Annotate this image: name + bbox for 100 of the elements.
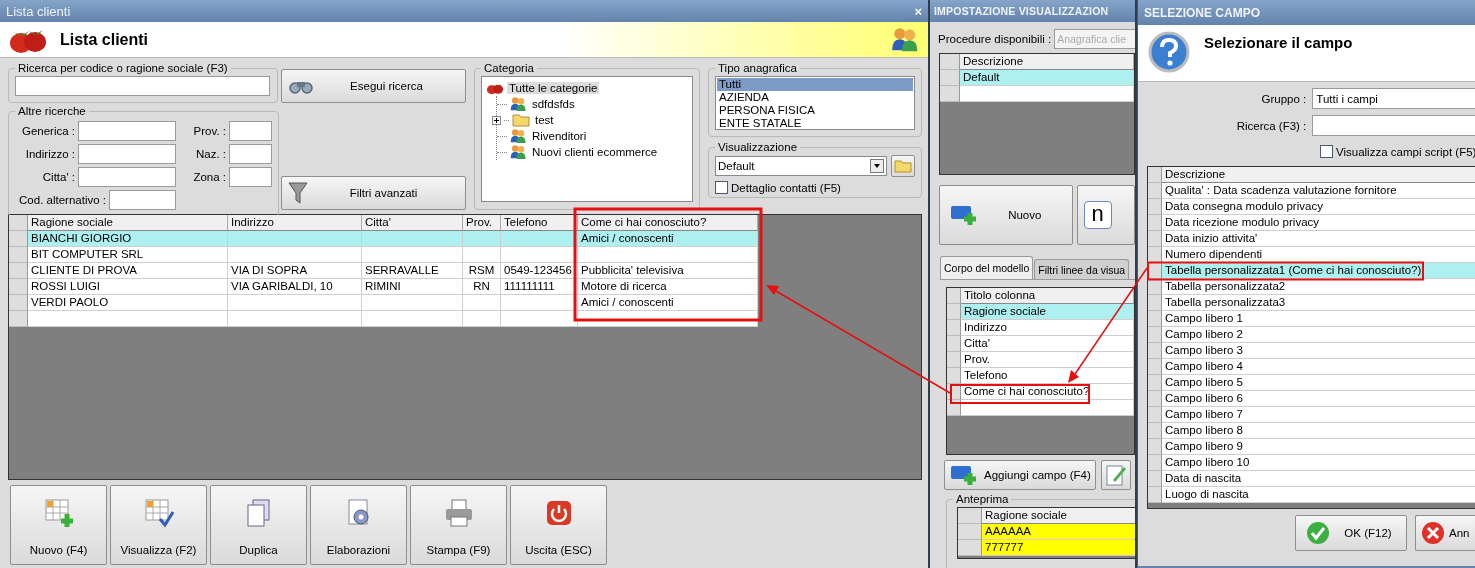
grid-check-icon	[143, 498, 174, 528]
input-field[interactable]: Tutti i campi	[1312, 88, 1475, 109]
column-header: Citta'	[362, 215, 463, 231]
toolbar-button[interactable]: Stampa (F9)	[410, 485, 507, 565]
table-row[interactable]: CLIENTE DI PROVA VIA DI SOPRA SERRAVALLE RSM 0549-123456 Pubblicita' televisiva	[9, 263, 758, 279]
input-field[interactable]	[109, 190, 176, 210]
table-row[interactable]: BIANCHI GIORGIO Amici / conoscenti	[9, 231, 758, 247]
group-label: Tipo anagrafica	[717, 62, 798, 74]
field-label: Ricerca (F3) :	[1235, 119, 1307, 132]
funnel-icon	[288, 181, 308, 205]
row-header	[1148, 439, 1162, 455]
toolbar-button[interactable]: Elaborazioni	[310, 485, 407, 565]
group-label: Anteprima	[955, 493, 1010, 505]
row-header	[1148, 423, 1162, 439]
list-item[interactable]: Tutti	[717, 78, 913, 91]
checkbox-label: Dettaglio contatti (F5)	[731, 181, 841, 194]
column-header: Indirizzo	[228, 215, 362, 231]
table-row[interactable]: BIT COMPUTER SRL	[9, 247, 758, 263]
folder-button[interactable]	[891, 155, 915, 177]
tree-item[interactable]: test	[533, 114, 556, 126]
edit-button[interactable]	[1101, 460, 1131, 490]
tree-item[interactable]: Rivenditori	[529, 130, 589, 142]
row-header	[1148, 167, 1162, 183]
field-label: Zona :	[192, 171, 226, 183]
window-heading: Lista clienti	[60, 30, 149, 49]
strawberry-icon	[486, 81, 504, 95]
row-header	[1148, 359, 1162, 375]
add-field-button[interactable]: Aggiungi campo (F4)	[944, 460, 1096, 490]
input-field[interactable]	[229, 121, 272, 141]
checkbox[interactable]	[1320, 145, 1333, 158]
tree-item[interactable]: Tutte le categorie	[507, 82, 600, 94]
input-field[interactable]	[78, 167, 176, 187]
view-dropdown[interactable]: Default	[715, 156, 887, 176]
input-field[interactable]	[229, 167, 272, 187]
list-item[interactable]: AZIENDA	[717, 91, 913, 104]
expand-toggle[interactable]	[492, 115, 501, 125]
printer-icon	[443, 498, 474, 528]
group-label: Ricerca per codice o ragione sociale (F3)	[17, 62, 229, 74]
row-header	[958, 508, 982, 524]
list-item[interactable]: ENTE STATALE	[717, 117, 913, 130]
tree-item[interactable]: Nuovi clienti ecommerce	[529, 146, 660, 158]
toolbar-button[interactable]: Uscita (ESC)	[510, 485, 607, 565]
input-field[interactable]	[78, 121, 176, 141]
column-header: Ragione sociale	[982, 508, 1135, 524]
people-icon	[510, 96, 527, 112]
field-label: Gruppo :	[1260, 92, 1307, 105]
search-field[interactable]	[1312, 115, 1475, 136]
window-title: IMPOSTAZIONE VISUALIZZAZION	[934, 5, 1109, 17]
group-label: Altre ricerche	[17, 105, 87, 117]
row-header	[947, 352, 961, 368]
row-header	[1148, 327, 1162, 343]
window-title: SELEZIONE CAMPO	[1144, 5, 1260, 20]
input-field[interactable]	[229, 144, 272, 164]
row-header	[9, 231, 28, 247]
column-header: Ragione sociale	[28, 215, 228, 231]
toolbar-button[interactable]: Visualizza (F2)	[110, 485, 207, 565]
row-header	[9, 247, 28, 263]
input-field[interactable]	[78, 144, 176, 164]
row-header	[9, 263, 28, 279]
field-label: Cod. alternativo :	[18, 194, 106, 206]
table-row[interactable]: ROSSI LUIGI VIA GARIBALDI, 10 RIMINI RN 111111111 Motore di ricerca	[9, 279, 758, 295]
ok-button[interactable]: OK (F12)	[1295, 515, 1407, 551]
toolbar-button[interactable]: Duplica	[210, 485, 307, 565]
search-button[interactable]: Esegui ricerca	[281, 69, 466, 103]
table-row[interactable]: VERDI PAOLO Amici / conoscenti	[9, 295, 758, 311]
row-header	[1148, 215, 1162, 231]
tab[interactable]: Corpo del modello	[940, 256, 1034, 279]
checkbox[interactable]	[715, 181, 728, 194]
row-header	[1148, 311, 1162, 327]
column-header: Telefono	[501, 215, 578, 231]
column-header: Descrizione	[960, 54, 1134, 70]
row-header	[1148, 199, 1162, 215]
row-header	[9, 215, 28, 231]
people-icon	[891, 26, 920, 53]
window-title: Lista clienti	[6, 3, 71, 19]
row-header	[1148, 407, 1162, 423]
new-button[interactable]: Nuovo	[939, 185, 1073, 245]
row-header	[1148, 295, 1162, 311]
column-header: Prov.	[463, 215, 501, 231]
row-header	[1148, 471, 1162, 487]
column-header: Titolo colonna	[961, 288, 1134, 304]
row-header	[947, 368, 961, 384]
field-label: Generica :	[20, 125, 75, 137]
row-header	[947, 320, 961, 336]
filter-button[interactable]: Filtri avanzati	[281, 176, 466, 210]
search-field[interactable]	[15, 76, 270, 96]
row-header	[1148, 391, 1162, 407]
row-header	[958, 540, 982, 556]
row-header	[9, 279, 28, 295]
toolbar-button[interactable]: Nuovo (F4)	[10, 485, 107, 565]
list-item[interactable]: PERSONA FISICA	[717, 104, 913, 117]
tab[interactable]: Filtri linee da visua	[1034, 259, 1130, 279]
people-icon	[510, 144, 527, 160]
n-button[interactable]: n	[1076, 185, 1135, 245]
tree-item[interactable]: sdfdsfds	[529, 98, 577, 110]
cancel-button[interactable]: Ann	[1415, 515, 1475, 551]
row-header	[1148, 455, 1162, 471]
field-label: Procedure disponibili :	[938, 33, 1052, 45]
check-icon	[1306, 521, 1330, 545]
column-header: Come ci hai conosciuto?	[578, 215, 758, 231]
